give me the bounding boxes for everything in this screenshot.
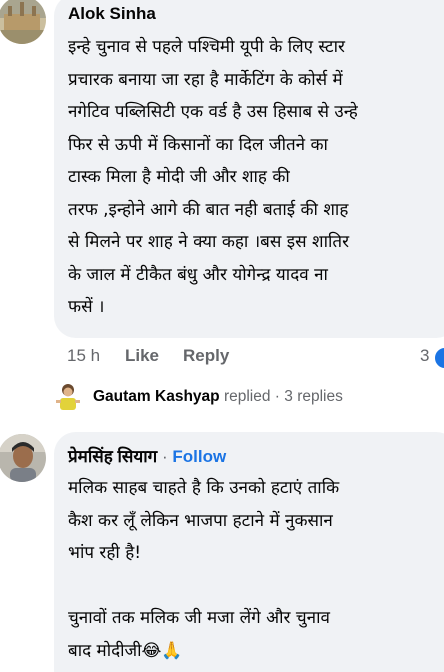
- replier-name[interactable]: Gautam Kashyap: [93, 388, 220, 405]
- replies-count[interactable]: 3 replies: [284, 388, 343, 405]
- reply-button[interactable]: Reply: [183, 346, 229, 366]
- comment-bubble: Alok Sinha इन्हे चुनाव से पहले पश्चिमी य…: [54, 0, 444, 338]
- replier-avatar[interactable]: [55, 381, 81, 411]
- comment-author[interactable]: Alok Sinha: [68, 4, 444, 24]
- comment-timestamp[interactable]: 15 h: [67, 346, 100, 366]
- comment-bubble: प्रेमसिंह सियाग · Follow मलिक साहब चाहते…: [54, 432, 444, 672]
- comment-text: मलिक साहब चाहते है कि उनको हटाएं ताकि कै…: [68, 478, 340, 661]
- separator-dot: ·: [161, 447, 168, 466]
- view-replies-link[interactable]: Gautam Kashyap replied · 3 replies: [93, 388, 343, 414]
- comment-header: प्रेमसिंह सियाग · Follow: [68, 447, 444, 467]
- comment-text: इन्हे चुनाव से पहले पश्चिमी यूपी के लिए …: [68, 37, 358, 317]
- comment-actions: 15 h Like Reply: [67, 346, 444, 366]
- comment-author[interactable]: प्रेमसिंह सियाग: [68, 447, 157, 466]
- separator-dot: ·: [274, 388, 280, 405]
- replied-label: replied: [223, 388, 271, 405]
- avatar[interactable]: [0, 434, 46, 482]
- reaction-count[interactable]: 3: [420, 346, 429, 366]
- like-badge-icon: [433, 346, 444, 370]
- like-button[interactable]: Like: [125, 346, 159, 366]
- avatar[interactable]: [0, 0, 46, 44]
- comments-thread: Alok Sinha इन्हे चुनाव से पहले पश्चिमी य…: [0, 0, 444, 672]
- follow-button[interactable]: Follow: [172, 447, 226, 466]
